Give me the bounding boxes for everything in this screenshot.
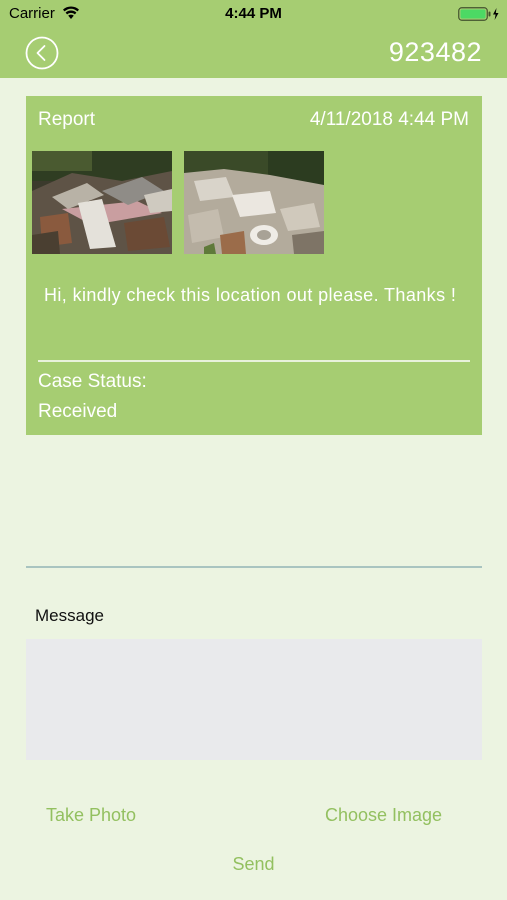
- message-label: Message: [35, 606, 104, 625]
- take-photo-button[interactable]: Take Photo: [46, 805, 136, 826]
- message-input[interactable]: [26, 639, 482, 760]
- case-number-title: 923482: [388, 37, 482, 67]
- card-divider: [38, 360, 470, 362]
- report-date: 4/11/2018 4:44 PM: [309, 109, 469, 130]
- case-status-value: Received: [38, 401, 118, 422]
- choose-image-button[interactable]: Choose Image: [325, 805, 442, 826]
- back-button[interactable]: [25, 36, 59, 70]
- section-divider: [26, 566, 482, 568]
- battery-charging-icon: [458, 7, 499, 21]
- nav-bar: 923482: [0, 28, 507, 78]
- report-photo-1[interactable]: [32, 151, 172, 254]
- case-status-label: Case Status:: [38, 371, 147, 392]
- status-time: 4:44 PM: [225, 5, 282, 22]
- report-photo-2[interactable]: [184, 151, 324, 254]
- status-bar: Carrier 4:44 PM: [0, 0, 507, 28]
- report-card: Report 4/11/2018 4:44 PM Hi, kindly chec…: [26, 96, 482, 435]
- send-button[interactable]: Send: [0, 854, 507, 875]
- report-label: Report: [38, 109, 96, 130]
- report-message: Hi, kindly check this location out pleas…: [44, 285, 457, 305]
